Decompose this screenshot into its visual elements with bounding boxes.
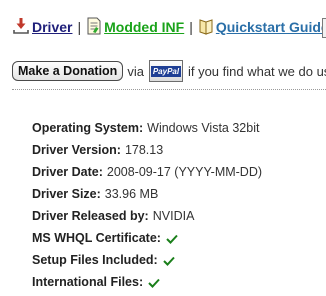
- via-text: via: [127, 63, 144, 79]
- donation-suffix-text: if you find what we do us: [187, 63, 326, 79]
- detail-row-released-by: Driver Released by: NVIDIA: [32, 205, 262, 227]
- detail-value: 178.13: [124, 143, 164, 157]
- detail-label: Operating System:: [32, 121, 144, 135]
- detail-row-size: Driver Size: 33.96 MB: [32, 183, 262, 205]
- link-separator: |: [189, 19, 193, 35]
- detail-row-setup-files: Setup Files Included:: [32, 249, 262, 271]
- detail-label: Setup Files Included:: [32, 253, 158, 267]
- detail-row-date: Driver Date: 2008-09-17 (YYYY-MM-DD): [32, 161, 262, 183]
- quickstart-guide-link-label: Quickstart Guide: [215, 19, 326, 35]
- detail-label: Driver Date:: [32, 165, 103, 179]
- detail-label: Driver Version:: [32, 143, 121, 157]
- detail-row-os: Operating System: Windows Vista 32bit: [32, 117, 262, 139]
- download-links-bar: Driver | Modded INF | Quickstart Guide: [12, 16, 326, 38]
- make-donation-button[interactable]: Make a Donation: [12, 61, 124, 81]
- detail-label: International Files:: [32, 275, 144, 289]
- modded-inf-link-label: Modded INF: [104, 19, 185, 35]
- paypal-button[interactable]: PayPal: [148, 60, 183, 82]
- detail-label: Driver Released by:: [32, 209, 149, 223]
- link-separator: |: [77, 19, 82, 35]
- checkmark-icon: [148, 273, 160, 295]
- detail-label: MS WHQL Certificate:: [32, 231, 161, 245]
- modded-inf-link[interactable]: Modded INF: [86, 17, 184, 38]
- checkmark-icon: [166, 229, 178, 251]
- download-icon: [12, 17, 30, 38]
- detail-value: 2008-09-17 (YYYY-MM-DD): [106, 165, 263, 179]
- detail-value: NVIDIA: [152, 209, 195, 223]
- detail-row-whql: MS WHQL Certificate:: [32, 227, 262, 249]
- quickstart-guide-link[interactable]: Quickstart Guide: [198, 17, 326, 38]
- detail-row-version: Driver Version: 178.13: [32, 139, 262, 161]
- driver-details: Operating System: Windows Vista 32bit Dr…: [32, 117, 262, 293]
- detail-value: Windows Vista 32bit: [147, 121, 260, 135]
- document-icon: [86, 17, 102, 38]
- book-icon: [198, 17, 214, 38]
- paypal-logo-label: PayPal: [150, 65, 182, 77]
- driver-link-label: Driver: [32, 19, 73, 35]
- detail-row-international: International Files:: [32, 271, 262, 293]
- detail-value: 33.96 MB: [104, 187, 159, 201]
- driver-link[interactable]: Driver: [12, 17, 72, 38]
- donation-row: Make a Donation via PayPal if you find w…: [12, 60, 326, 82]
- detail-label: Driver Size:: [32, 187, 101, 201]
- checkmark-icon: [163, 251, 175, 273]
- section-divider: [12, 89, 326, 90]
- partial-button-edge[interactable]: [322, 18, 326, 38]
